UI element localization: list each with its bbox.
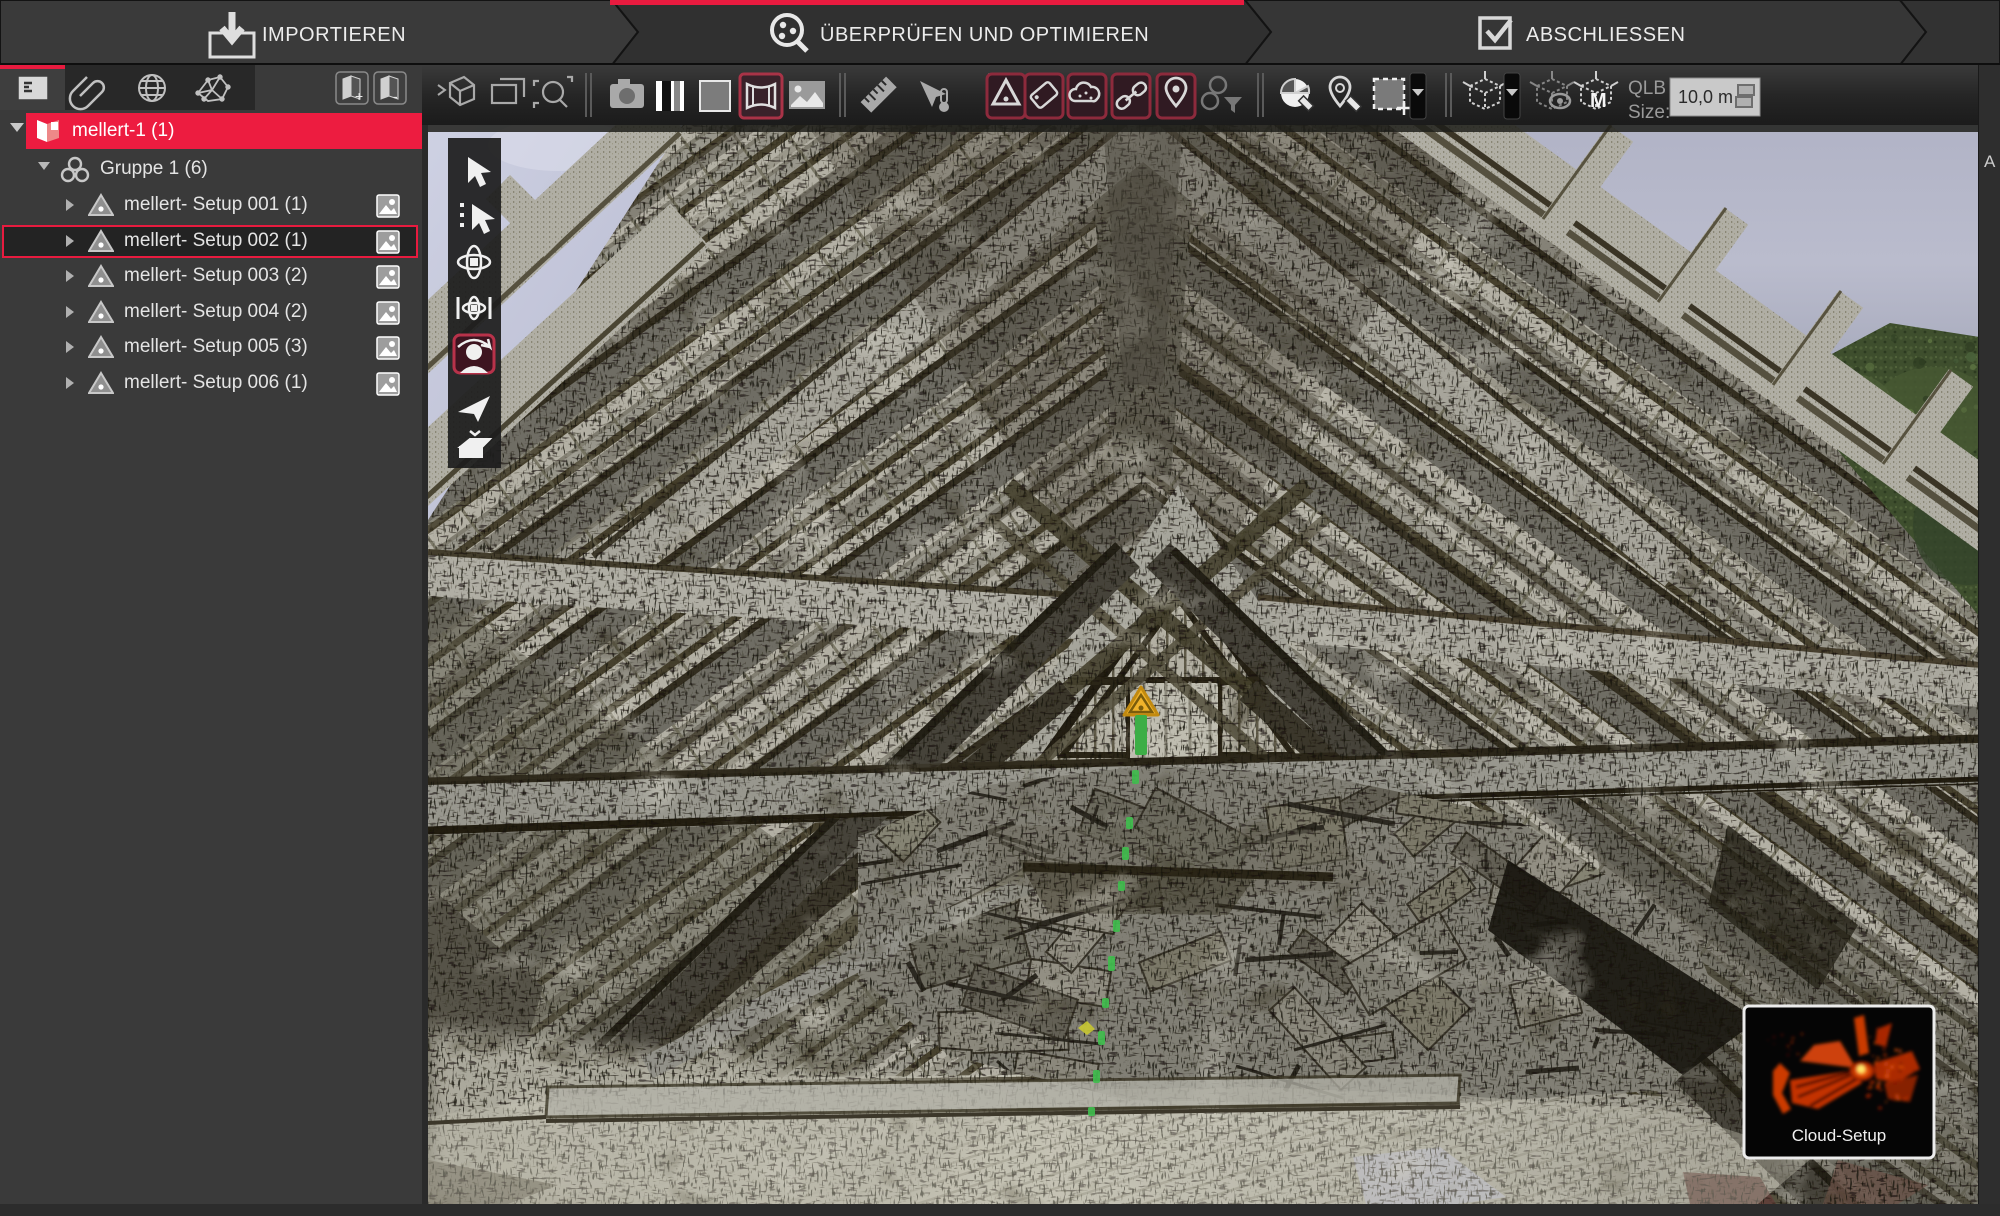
svg-text:M: M xyxy=(1590,90,1607,112)
svg-text:+: + xyxy=(355,88,363,104)
svg-text:Cloud-Setup: Cloud-Setup xyxy=(1792,1126,1887,1145)
svg-text:ABSCHLIESSEN: ABSCHLIESSEN xyxy=(1526,24,1685,46)
svg-text:QLB: QLB xyxy=(1628,78,1666,99)
svg-text:-: - xyxy=(393,88,398,104)
svg-text:Size:: Size: xyxy=(1628,102,1670,123)
svg-text:IMPORTIEREN: IMPORTIEREN xyxy=(262,24,406,46)
svg-text:10,0 m: 10,0 m xyxy=(1678,87,1733,107)
svg-text:ÜBERPRÜFEN UND OPTIMIEREN: ÜBERPRÜFEN UND OPTIMIEREN xyxy=(820,24,1149,46)
